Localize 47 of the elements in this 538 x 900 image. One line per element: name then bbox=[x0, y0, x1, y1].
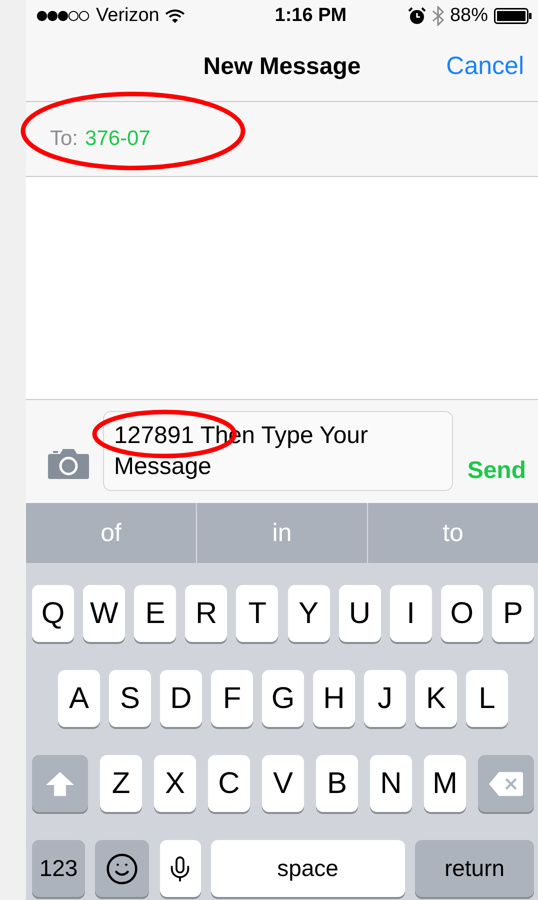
letter-key[interactable]: Z bbox=[100, 755, 142, 812]
letter-key[interactable]: S bbox=[109, 670, 151, 727]
shift-arrow-icon bbox=[45, 770, 75, 796]
letter-key[interactable]: B bbox=[316, 755, 358, 812]
signal-strength-icon bbox=[36, 10, 90, 22]
letter-key[interactable]: N bbox=[370, 755, 412, 812]
return-key[interactable]: return bbox=[415, 840, 534, 897]
letter-key[interactable]: K bbox=[415, 670, 457, 727]
letter-key[interactable]: G bbox=[262, 670, 304, 727]
delete-icon bbox=[488, 770, 524, 796]
camera-icon[interactable] bbox=[48, 449, 89, 479]
shift-key[interactable] bbox=[32, 755, 88, 812]
letter-key[interactable]: W bbox=[83, 585, 126, 642]
letter-key[interactable]: R bbox=[185, 585, 228, 642]
letter-key[interactable]: Y bbox=[288, 585, 330, 642]
to-label: To: bbox=[50, 127, 78, 151]
emoji-key[interactable] bbox=[95, 840, 150, 897]
bluetooth-icon bbox=[432, 6, 444, 26]
letter-key[interactable]: M bbox=[424, 755, 466, 812]
letter-key[interactable]: P bbox=[492, 585, 534, 642]
battery-percentage: 88% bbox=[450, 5, 488, 27]
letter-key[interactable]: Q bbox=[32, 585, 74, 642]
letter-key[interactable]: O bbox=[440, 585, 483, 642]
letter-key[interactable]: H bbox=[313, 670, 355, 727]
carrier-name: Verizon bbox=[96, 5, 160, 27]
letter-key[interactable]: J bbox=[364, 670, 406, 727]
letter-key[interactable]: T bbox=[236, 585, 278, 642]
letter-key[interactable]: E bbox=[134, 585, 176, 642]
space-key[interactable]: space bbox=[210, 840, 405, 897]
letter-key[interactable]: L bbox=[466, 670, 508, 727]
letter-key[interactable]: D bbox=[160, 670, 202, 727]
alarm-clock-icon bbox=[408, 7, 426, 25]
status-time: 1:16 PM bbox=[274, 5, 347, 27]
smiley-icon bbox=[105, 852, 140, 886]
numbers-key[interactable]: 123 bbox=[32, 840, 85, 897]
letter-key[interactable]: X bbox=[154, 755, 196, 812]
letter-key[interactable]: U bbox=[338, 585, 381, 642]
letter-key[interactable]: F bbox=[211, 670, 253, 727]
letter-key[interactable]: I bbox=[390, 585, 432, 642]
dictation-key[interactable] bbox=[160, 840, 200, 897]
battery-icon bbox=[494, 8, 532, 24]
screen-title: New Message bbox=[203, 52, 361, 80]
letter-key[interactable]: V bbox=[262, 755, 304, 812]
letter-key[interactable]: C bbox=[208, 755, 250, 812]
wifi-icon bbox=[165, 9, 186, 23]
letter-key[interactable]: A bbox=[58, 670, 100, 727]
delete-key[interactable] bbox=[478, 755, 534, 812]
